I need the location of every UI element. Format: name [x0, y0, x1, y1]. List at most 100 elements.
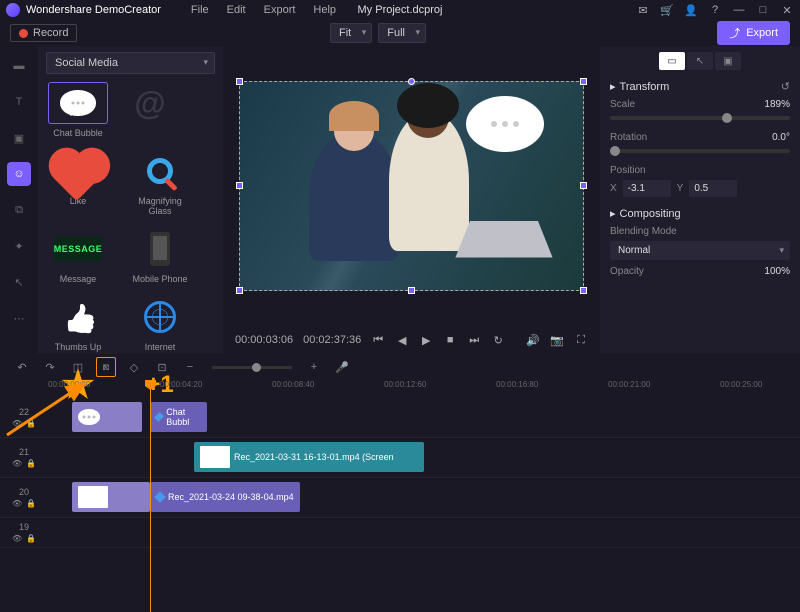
- sticker-thumbs-up[interactable]: Thumbs Up: [46, 296, 110, 352]
- volume-button[interactable]: 🔊: [526, 334, 540, 347]
- lock-icon[interactable]: 🔒: [26, 459, 36, 468]
- timeline-clip[interactable]: Chat Bubbl: [150, 402, 207, 432]
- next-button[interactable]: ⏭: [467, 334, 481, 347]
- properties-tab-mask-icon[interactable]: ▣: [715, 52, 741, 70]
- range-button[interactable]: ⊡: [152, 357, 172, 377]
- visibility-icon[interactable]: 👁: [12, 499, 22, 508]
- zoom-out-button[interactable]: −: [180, 357, 200, 377]
- ruler-tick: 00:00:00:00: [48, 380, 90, 389]
- track-body[interactable]: [48, 518, 800, 547]
- fit-dropdown[interactable]: Fit: [330, 23, 372, 43]
- ruler-tick: 00:00:04:20: [160, 380, 202, 389]
- lock-icon[interactable]: 🔒: [26, 419, 36, 428]
- phone-icon: [150, 232, 170, 266]
- thumbs-up-icon: [63, 302, 93, 332]
- play-button[interactable]: ▶: [419, 334, 433, 347]
- minimize-icon[interactable]: ―: [732, 4, 746, 17]
- tab-transitions-icon[interactable]: ⧉: [7, 198, 31, 222]
- tab-stickers-icon[interactable]: ☺: [7, 162, 31, 186]
- timeline-clip[interactable]: [72, 482, 150, 512]
- close-icon[interactable]: ✕: [780, 4, 794, 17]
- blending-mode-dropdown[interactable]: Normal: [610, 241, 790, 260]
- track-body[interactable]: Rec_2021-03-24 09-38-04.mp4: [48, 478, 800, 517]
- zoom-slider[interactable]: [212, 366, 292, 369]
- tab-audio-icon[interactable]: ⋯: [7, 306, 31, 330]
- clip-thumbnail: [78, 486, 108, 508]
- mail-icon[interactable]: ✉: [636, 4, 650, 17]
- split-button[interactable]: ⧄↖: [96, 357, 116, 377]
- record-icon: [19, 29, 28, 38]
- timeline-clip[interactable]: [72, 402, 142, 432]
- sticker-message[interactable]: MESSAGEMessage: [46, 228, 110, 284]
- menu-export[interactable]: Export: [264, 4, 296, 16]
- timeline-clip[interactable]: Rec_2021-03-24 09-38-04.mp4: [150, 482, 300, 512]
- marker-button[interactable]: ◇: [124, 357, 144, 377]
- message-icon: MESSAGE: [54, 237, 102, 261]
- snapshot-button[interactable]: 📷: [550, 334, 564, 347]
- stickers-category-dropdown[interactable]: Social Media: [46, 52, 215, 74]
- mic-button[interactable]: 🎤: [332, 357, 352, 377]
- lock-icon[interactable]: 🔒: [26, 534, 36, 543]
- track-body[interactable]: Chat Bubbl: [48, 398, 800, 437]
- lock-icon[interactable]: 🔒: [26, 499, 36, 508]
- chat-bubble-overlay[interactable]: [466, 96, 544, 152]
- tab-cursor-icon[interactable]: ↖: [7, 270, 31, 294]
- loop-button[interactable]: ↻: [491, 334, 505, 347]
- blending-mode-label: Blending Mode: [610, 226, 677, 237]
- zoom-in-button[interactable]: +: [304, 357, 324, 377]
- tab-text-icon[interactable]: T: [7, 90, 31, 114]
- app-logo-icon: [6, 3, 20, 17]
- y-input[interactable]: [689, 180, 737, 197]
- sticker-at[interactable]: @: [118, 82, 182, 138]
- compositing-section-header[interactable]: ▸ Compositing: [610, 207, 790, 220]
- tab-caption-icon[interactable]: ▣: [7, 126, 31, 150]
- transform-section-header[interactable]: ▸ Transform↺: [610, 80, 790, 93]
- redo-button[interactable]: ↷: [40, 357, 60, 377]
- playbar: 00:00:03:06 00:02:37:36 ⏮ ◀ ▶ ■ ⏭ ↻ 🔊 📷 …: [223, 326, 600, 354]
- undo-button[interactable]: ↶: [12, 357, 32, 377]
- fullscreen-button[interactable]: ⛶: [574, 334, 588, 347]
- toolbar: Record Fit Full ⤴ Export: [0, 20, 800, 46]
- menu-help[interactable]: Help: [313, 4, 336, 16]
- opacity-value: 100%: [764, 266, 790, 277]
- preview-canvas[interactable]: [239, 81, 584, 291]
- prev-button[interactable]: ⏮: [371, 334, 385, 347]
- menu-file[interactable]: File: [191, 4, 209, 16]
- export-button[interactable]: ⤴ Export: [717, 21, 790, 45]
- titlebar: Wondershare DemoCreator File Edit Export…: [0, 0, 800, 20]
- sticker-like[interactable]: Like: [46, 150, 110, 216]
- reset-transform-icon[interactable]: ↺: [781, 80, 790, 93]
- rotation-slider[interactable]: [610, 149, 790, 153]
- playhead[interactable]: [150, 382, 151, 612]
- sticker-magnifying-glass[interactable]: Magnifying Glass: [128, 150, 192, 216]
- record-button[interactable]: Record: [10, 24, 77, 42]
- sticker-chat-bubble[interactable]: Chat Bubble: [46, 82, 110, 138]
- cart-icon[interactable]: 🛒: [660, 4, 674, 17]
- step-back-button[interactable]: ◀: [395, 334, 409, 347]
- tab-effects-icon[interactable]: ✦: [7, 234, 31, 258]
- globe-icon: [144, 301, 176, 333]
- visibility-icon[interactable]: 👁: [12, 459, 22, 468]
- properties-tab-cursor-icon[interactable]: ↖: [687, 52, 713, 70]
- visibility-icon[interactable]: 👁: [12, 419, 22, 428]
- visibility-icon[interactable]: 👁: [12, 534, 22, 543]
- tab-media-icon[interactable]: ▬: [7, 54, 31, 78]
- help-icon[interactable]: ?: [708, 4, 722, 17]
- properties-tab-video-icon[interactable]: ▭: [659, 52, 685, 70]
- stop-button[interactable]: ■: [443, 334, 457, 346]
- x-input[interactable]: [623, 180, 671, 197]
- timeline-clip[interactable]: Rec_2021-03-31 16-13-01.mp4 (Screen: [194, 442, 424, 472]
- sticker-mobile-phone[interactable]: Mobile Phone: [128, 228, 192, 284]
- clip-thumbnail: [200, 446, 230, 468]
- maximize-icon[interactable]: □: [756, 4, 770, 17]
- sticker-internet[interactable]: Internet: [128, 296, 192, 352]
- bubble-icon: [78, 409, 100, 425]
- scale-slider[interactable]: [610, 116, 790, 120]
- timeline-ruler[interactable]: 00:00:00:0000:00:04:2000:00:08:4000:00:1…: [0, 380, 800, 398]
- menu-edit[interactable]: Edit: [227, 4, 246, 16]
- track-body[interactable]: Rec_2021-03-31 16-13-01.mp4 (Screen: [48, 438, 800, 477]
- user-icon[interactable]: 👤: [684, 4, 698, 17]
- app-name: Wondershare DemoCreator: [26, 4, 161, 16]
- full-dropdown[interactable]: Full: [378, 23, 426, 43]
- rotation-value: 0.0°: [772, 132, 790, 143]
